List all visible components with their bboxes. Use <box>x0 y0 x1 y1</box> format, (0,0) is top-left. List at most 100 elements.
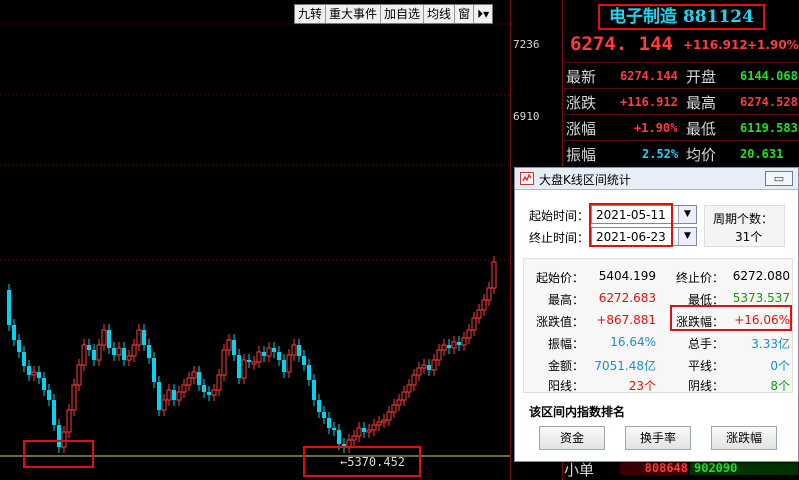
stat-label: 平线： <box>687 359 724 373</box>
moving-average-button[interactable]: 均线 <box>424 5 456 23</box>
chevron-down-icon[interactable]: ▼ <box>678 206 696 223</box>
candle-body <box>181 384 187 393</box>
quote-value: 2.52% <box>642 147 679 161</box>
candle-body <box>337 430 341 444</box>
candle-body <box>272 348 276 352</box>
candle-body <box>427 365 431 370</box>
quote-value: 6274.144 <box>620 69 678 83</box>
chart-toolbar: 九转 重大事件 加自选 均线 窗 ⏵▾ <box>294 4 494 24</box>
stat-label: 金额： <box>547 359 584 373</box>
candle-body <box>286 354 292 373</box>
candle-body <box>282 360 286 372</box>
quote-label: 开盘 <box>686 68 717 86</box>
candle-body <box>317 400 321 412</box>
candle-body <box>101 329 107 346</box>
capital-button[interactable]: 资金 <box>539 426 605 450</box>
candle-body <box>356 427 362 437</box>
candle-body <box>42 378 46 390</box>
stat-label: 涨跌值： <box>535 315 584 329</box>
candle-body <box>131 344 137 357</box>
candle-body <box>232 340 236 355</box>
stat-label: 起始价： <box>535 271 584 285</box>
jiuzhuan-button[interactable]: 九转 <box>295 5 327 23</box>
period-count-label: 周期个数： <box>713 212 774 226</box>
candle-body <box>481 299 487 311</box>
quote-row-change: 涨跌 +116.912 最高 6274.528 <box>562 88 799 114</box>
candle-body <box>216 374 222 391</box>
candle-body <box>327 418 331 428</box>
dialog-titlebar[interactable]: 大盘K线区间统计 ▭ <box>515 168 798 190</box>
end-date-select[interactable]: 2021-06-23 ▼ <box>591 227 697 246</box>
candle-body <box>57 425 61 447</box>
candle-body <box>396 399 402 406</box>
candle-body <box>116 347 122 356</box>
stat-label: 涨跌幅： <box>675 315 724 329</box>
candle-body <box>186 377 192 386</box>
candle-body <box>371 424 377 431</box>
axis-tick-6910: 6910 <box>513 110 540 123</box>
candle-body <box>147 345 151 358</box>
candle-body <box>411 374 417 386</box>
candle-body <box>22 352 26 366</box>
stat-label: 阴线： <box>687 379 724 393</box>
candle-body <box>52 400 56 425</box>
candle-body <box>207 392 211 395</box>
candle-body <box>221 349 227 376</box>
small-order-label: 小单 <box>564 461 595 479</box>
candle-body <box>47 390 51 400</box>
ranking-section-label: 该区间内指数排名 <box>529 405 626 419</box>
candle-body <box>247 360 251 362</box>
candle-body <box>406 384 412 393</box>
candle-body <box>451 341 457 349</box>
candle-body <box>351 435 357 441</box>
stat-change-pct: +16.06% <box>734 313 790 327</box>
quote-value: 6119.583 <box>740 121 798 135</box>
stat-turnover: 3.33亿 <box>751 337 790 351</box>
candle-body <box>416 367 422 376</box>
candle-body <box>332 428 336 430</box>
candle-body <box>466 329 472 339</box>
candle-body <box>366 429 372 433</box>
quote-row-pct: 涨幅 +1.90% 最低 6119.583 <box>562 114 799 140</box>
kline-chart[interactable]: ←5370.452 <box>0 0 510 480</box>
candle-body <box>66 409 72 433</box>
stat-up: 23个 <box>628 379 656 393</box>
quote-row-latest: 最新 6274.144 开盘 6144.068 <box>562 62 799 88</box>
candle-body <box>126 355 132 361</box>
small-order-buy: 808648 <box>620 461 688 475</box>
candle-body <box>436 349 442 361</box>
candle-body <box>17 340 21 352</box>
candle-body <box>172 390 176 400</box>
candle-body <box>256 351 262 363</box>
candle-body <box>421 364 427 369</box>
candle-body <box>251 361 257 365</box>
candle-body <box>107 330 111 348</box>
stat-label: 振幅： <box>547 337 584 351</box>
candle-body <box>486 287 492 301</box>
quote-label: 最新 <box>566 68 597 86</box>
candle-body <box>191 371 197 379</box>
more-menu-button[interactable]: ⏵▾ <box>474 5 492 23</box>
candle-body <box>376 421 382 426</box>
start-date-select[interactable]: 2021-05-11 ▼ <box>591 205 697 224</box>
stat-label: 最高： <box>547 293 584 307</box>
interval-stats-dialog: 大盘K线区间统计 ▭ 起始时间： 2021-05-11 ▼ 终止时间： 2021… <box>514 167 799 462</box>
candle-body <box>92 350 96 360</box>
close-button[interactable]: ▭ <box>765 171 793 186</box>
candle-body <box>471 317 477 331</box>
chevron-down-icon[interactable]: ▼ <box>678 228 696 245</box>
turnover-rate-button[interactable]: 换手率 <box>625 426 691 450</box>
candle-body <box>142 330 146 345</box>
candle-body <box>96 344 102 361</box>
add-watchlist-button[interactable]: 加自选 <box>381 5 425 23</box>
major-events-button[interactable]: 重大事件 <box>326 5 382 23</box>
stat-label: 阳线： <box>547 379 584 393</box>
candle-body <box>297 345 301 356</box>
stock-title: 电子制造 881124 <box>598 4 765 30</box>
stat-down: 8个 <box>770 379 790 393</box>
kline-svg[interactable] <box>0 0 510 480</box>
window-button[interactable]: 窗 <box>455 5 475 23</box>
end-date-value: 2021-06-23 <box>596 230 666 244</box>
candle-body <box>291 344 297 356</box>
change-pct-button[interactable]: 涨跌幅 <box>711 426 777 450</box>
